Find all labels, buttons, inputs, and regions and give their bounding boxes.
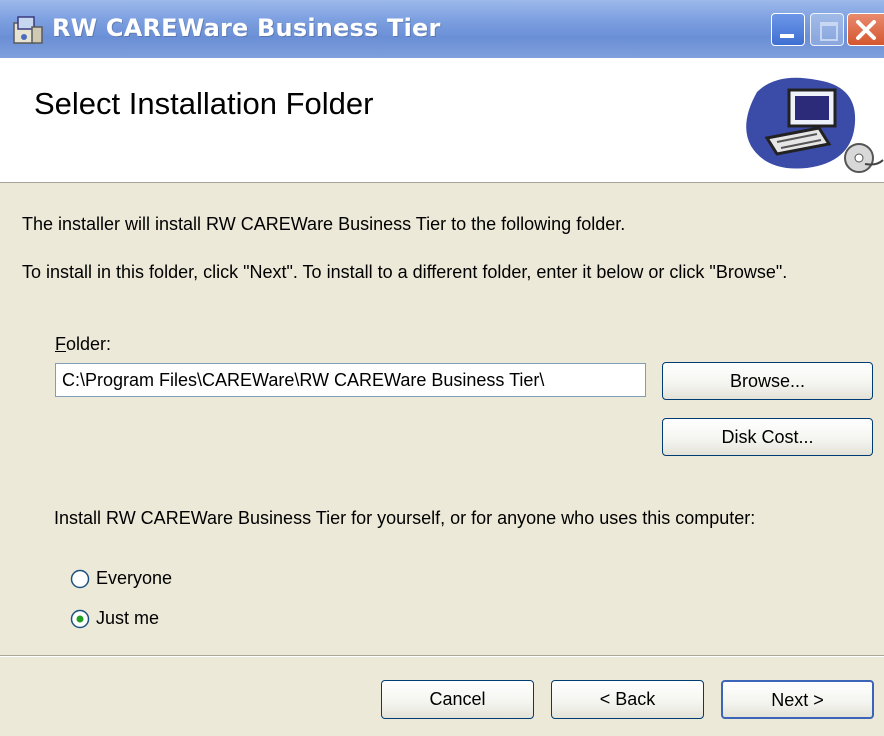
minimize-button[interactable] [771,13,805,46]
cancel-button[interactable]: Cancel [381,680,534,719]
computer-setup-icon [737,72,884,180]
folder-label-accelerator: F [55,334,66,354]
installer-app-icon [10,13,46,47]
installer-window: RW CAREWare Business Tier Select Install… [0,0,884,736]
folder-label-text: older: [66,334,112,354]
radio-selected-icon [70,609,90,629]
install-for-prompt: Install RW CAREWare Business Tier for yo… [54,508,756,528]
close-button[interactable] [847,13,884,46]
disk-cost-button[interactable]: Disk Cost... [662,418,873,456]
page-title: Select Installation Folder [34,86,374,121]
radio-icon [70,569,90,589]
close-icon [856,20,876,40]
back-button[interactable]: < Back [551,680,704,719]
radio-label-just-me: Just me [96,608,160,628]
browse-button[interactable]: Browse... [662,362,873,400]
next-button[interactable]: Next > [721,680,874,719]
header-banner: Select Installation Folder [0,58,884,183]
window-title: RW CAREWare Business Tier [52,14,441,42]
folder-label: Folder: [55,334,111,355]
folder-path-input[interactable] [55,363,646,397]
maximize-icon [820,22,838,41]
radio-label-everyone: Everyone [96,568,173,588]
maximize-button [810,13,844,46]
title-bar[interactable]: RW CAREWare Business Tier [0,0,884,58]
instruction-text: To install in this folder, click "Next".… [22,262,788,282]
minimize-icon [780,34,794,38]
footer-separator [0,655,884,657]
intro-text: The installer will install RW CAREWare B… [22,214,626,234]
